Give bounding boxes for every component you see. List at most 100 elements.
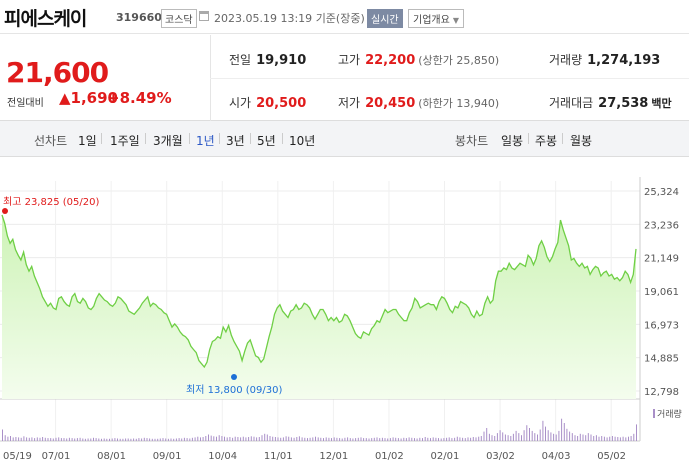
volume-bar — [379, 438, 381, 441]
tab-10year[interactable]: 10년 — [289, 132, 315, 149]
line-chart-label: 선차트 — [34, 134, 68, 148]
volume-bar — [582, 434, 584, 441]
volume-bar — [58, 437, 60, 441]
date-tick-label: 07/01 — [42, 451, 71, 462]
low-annotation: 최저 13,800 (09/30) — [186, 384, 282, 396]
volume-bar — [39, 437, 41, 441]
tab-1day[interactable]: 1일 — [78, 132, 97, 149]
volume-bar — [226, 437, 228, 441]
volume-bar — [111, 438, 113, 441]
volume-bar — [515, 430, 517, 441]
tab-monthly[interactable]: 월봉 — [570, 132, 592, 149]
date-tick-label: 02/01 — [431, 451, 460, 462]
tab-1year[interactable]: 1년 — [196, 132, 215, 149]
volume-bar — [574, 435, 576, 441]
volume-bar — [55, 437, 57, 441]
change-percent: +8.49% — [107, 89, 172, 107]
volume-bar — [285, 436, 287, 441]
volume-bar — [208, 434, 209, 441]
volume-bar — [440, 438, 442, 441]
volume-bar — [630, 436, 632, 441]
tab-3year[interactable]: 3년 — [226, 132, 245, 149]
volume-bar — [52, 438, 54, 441]
volume-bar — [272, 436, 274, 441]
volume-bar — [189, 438, 191, 441]
realtime-button[interactable]: 실시간 — [367, 9, 403, 28]
volume-bar — [221, 436, 223, 441]
volume-bar — [456, 436, 458, 441]
volume-bar — [539, 429, 541, 441]
tab-3month[interactable]: 3개월 — [153, 132, 183, 149]
volume-bar — [496, 433, 498, 441]
volume-bar — [486, 428, 488, 441]
volume-bar — [304, 437, 306, 441]
volume-bar — [550, 432, 552, 441]
volume-bar — [288, 436, 290, 441]
volume-bar — [218, 435, 220, 441]
volume-bar — [622, 436, 624, 441]
volume-bar — [443, 438, 445, 441]
volume-bar — [68, 437, 70, 441]
chevron-down-icon: ▼ — [452, 16, 459, 25]
volume-bar — [603, 436, 605, 441]
volume-bar — [154, 438, 156, 441]
current-price: 21,600 — [6, 56, 109, 89]
volume-bar — [341, 438, 343, 441]
volume-bar — [213, 436, 215, 441]
volume-bar — [403, 437, 405, 441]
volume-bar — [315, 436, 316, 441]
volume-bar — [566, 428, 568, 441]
volume-bar — [518, 433, 520, 441]
volume-bar — [269, 436, 271, 441]
volume-bar — [625, 437, 627, 441]
company-overview-dropdown[interactable]: 기업개요 ▼ — [408, 9, 464, 28]
volume-bar — [76, 438, 78, 441]
volume-bar — [488, 433, 490, 441]
volume-bar — [419, 437, 421, 441]
volume-bar — [408, 437, 410, 441]
volume-bar — [427, 437, 429, 441]
volume-bar — [93, 437, 94, 441]
volume-bar — [422, 438, 423, 441]
volume-bar — [611, 436, 613, 441]
volume-bar — [438, 438, 439, 441]
volume-bar — [125, 438, 127, 441]
volume-bar — [545, 426, 546, 441]
volume-bar — [563, 423, 565, 441]
volume-bar — [101, 438, 102, 441]
volume-bar — [79, 437, 81, 441]
divider — [210, 78, 689, 79]
volume-bar — [74, 438, 76, 441]
volume-bar — [36, 437, 38, 441]
date-tick-label: 05/02 — [597, 451, 626, 462]
date-tick-label: 09/01 — [153, 451, 182, 462]
volume-bar — [60, 438, 62, 441]
volume-bar — [71, 438, 73, 441]
volume-bar — [614, 436, 616, 441]
volume-bar — [542, 420, 544, 441]
calendar-icon — [199, 11, 209, 21]
volume-bar — [325, 437, 327, 441]
volume-bar — [531, 430, 533, 441]
tab-weekly[interactable]: 주봉 — [535, 132, 557, 149]
tab-1week[interactable]: 1주일 — [110, 132, 140, 149]
price-tick-label: 16,973 — [644, 320, 679, 331]
volume-bar — [15, 437, 17, 441]
stat-high: 고가 22,200 (상한가 25,850) — [338, 53, 500, 68]
tab-5year[interactable]: 5년 — [257, 132, 276, 149]
tab-daily[interactable]: 일봉 — [501, 132, 523, 149]
stat-volume: 거래량 1,274,193 — [549, 53, 661, 68]
volume-bar — [10, 436, 11, 441]
volume-bar — [462, 437, 464, 441]
volume-bar — [521, 435, 522, 441]
volume-bar — [266, 434, 268, 441]
volume-bar — [178, 438, 180, 441]
volume-bar — [395, 437, 397, 441]
volume-bar — [282, 437, 284, 441]
volume-bar — [170, 438, 172, 441]
volume-bar — [357, 437, 359, 441]
volume-bar — [63, 438, 65, 441]
volume-bar — [347, 437, 349, 441]
volume-bar — [186, 438, 188, 441]
volume-bar — [133, 438, 135, 441]
